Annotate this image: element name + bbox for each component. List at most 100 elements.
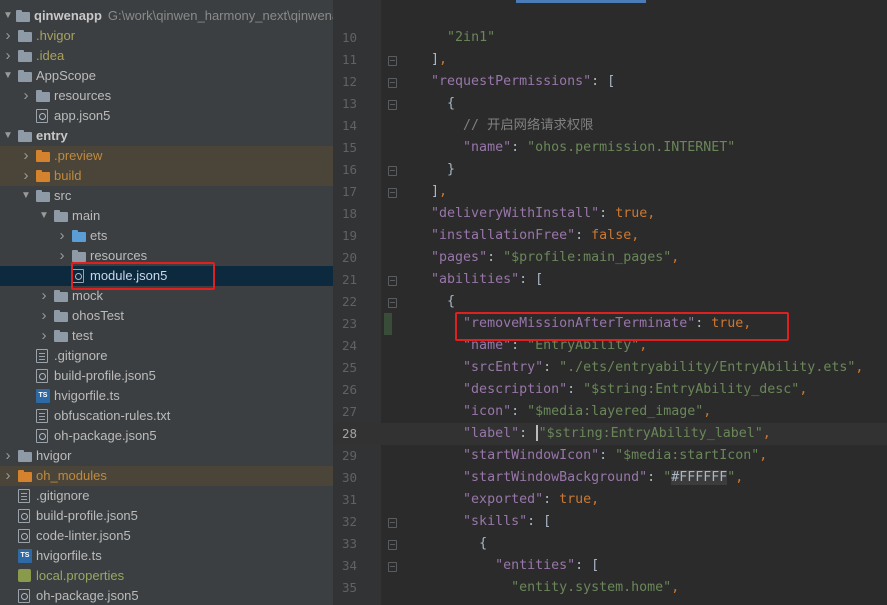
tree-item[interactable]: › oh_modules — [0, 466, 333, 486]
code-line[interactable]: 23 "removeMissionAfterTerminate": true, — [333, 313, 887, 335]
tree-item[interactable]: › resources — [0, 246, 333, 266]
code-line[interactable]: 20 "pages": "$profile:main_pages", — [333, 247, 887, 269]
code-line[interactable]: 12 "requestPermissions": [ — [333, 71, 887, 93]
line-number: 19 — [341, 228, 357, 243]
fold-icon[interactable] — [388, 518, 397, 528]
tree-item[interactable]: › ets — [0, 226, 333, 246]
folder-icon — [54, 309, 68, 323]
chevron-down-icon[interactable]: ▼ — [38, 206, 50, 226]
code-line[interactable]: 10 "2in1" — [333, 27, 887, 49]
code-line[interactable]: 14 // 开启网络请求权限 — [333, 115, 887, 137]
chevron-right-icon[interactable]: › — [38, 286, 50, 306]
folder-icon — [54, 329, 68, 343]
chevron-right-icon[interactable]: › — [2, 26, 14, 46]
tree-item[interactable]: TS hvigorfile.ts — [0, 546, 333, 566]
tree-item[interactable]: oh-package.json5 — [0, 586, 333, 605]
fold-icon[interactable] — [388, 276, 397, 286]
tree-item[interactable]: › test — [0, 326, 333, 346]
chevron-right-icon[interactable]: › — [20, 146, 32, 166]
tree-item[interactable]: › hvigor — [0, 446, 333, 466]
code-line[interactable]: 16 } — [333, 159, 887, 181]
tree-item[interactable]: ▼ entry — [0, 126, 333, 146]
json-file-icon — [18, 529, 30, 543]
chevron-down-icon[interactable]: ▼ — [2, 126, 14, 146]
tree-item[interactable]: › build — [0, 166, 333, 186]
tree-item[interactable]: ▼ AppScope — [0, 66, 333, 86]
fold-icon[interactable] — [388, 166, 397, 176]
chevron-right-icon[interactable]: › — [38, 306, 50, 326]
json-file-icon — [36, 109, 48, 123]
code-line[interactable]: 11 ], — [333, 49, 887, 71]
tree-item[interactable]: module.json5 — [0, 266, 333, 286]
tree-item[interactable]: › .preview — [0, 146, 333, 166]
code-line[interactable]: 22 { — [333, 291, 887, 313]
chevron-right-icon[interactable]: › — [38, 326, 50, 346]
code-line[interactable]: 28 "label": "$string:EntryAbility_label"… — [333, 423, 887, 445]
folder-icon — [72, 249, 86, 263]
tree-item[interactable]: oh-package.json5 — [0, 426, 333, 446]
line-number: 10 — [341, 30, 357, 45]
tree-item[interactable]: ▼ src — [0, 186, 333, 206]
code-line[interactable]: 15 "name": "ohos.permission.INTERNET" — [333, 137, 887, 159]
fold-icon[interactable] — [388, 78, 397, 88]
code-line[interactable]: 29 "startWindowIcon": "$media:startIcon"… — [333, 445, 887, 467]
tree-item[interactable]: obfuscation-rules.txt — [0, 406, 333, 426]
tree-item[interactable]: TS hvigorfile.ts — [0, 386, 333, 406]
tree-item[interactable]: › .idea — [0, 46, 333, 66]
code-line[interactable]: 17 ], — [333, 181, 887, 203]
tree-item[interactable]: .gitignore — [0, 346, 333, 366]
code-line[interactable]: 27 "icon": "$media:layered_image", — [333, 401, 887, 423]
fold-icon[interactable] — [388, 562, 397, 572]
tree-item[interactable]: code-linter.json5 — [0, 526, 333, 546]
code-line[interactable]: 24 "name": "EntryAbility", — [333, 335, 887, 357]
code-line[interactable]: 35 "entity.system.home", — [333, 577, 887, 599]
code-text: "abilities": [ — [431, 272, 544, 287]
tree-item[interactable]: build-profile.json5 — [0, 506, 333, 526]
text-file-icon — [36, 349, 48, 363]
chevron-down-icon[interactable]: ▼ — [2, 6, 14, 26]
chevron-right-icon[interactable]: › — [2, 46, 14, 66]
tree-item[interactable]: › mock — [0, 286, 333, 306]
typescript-file-icon: TS — [36, 389, 50, 403]
code-line[interactable]: 32 "skills": [ — [333, 511, 887, 533]
code-line[interactable]: 18 "deliveryWithInstall": true, — [333, 203, 887, 225]
code-editor[interactable]: 10 "2in1" 11 ], 12 "requestPermissions": [… — [333, 0, 887, 605]
chevron-right-icon[interactable]: › — [20, 166, 32, 186]
fold-icon[interactable] — [388, 188, 397, 198]
code-line[interactable]: 25 "srcEntry": "./ets/entryability/Entry… — [333, 357, 887, 379]
chevron-right-icon[interactable]: › — [2, 466, 14, 486]
chevron-right-icon[interactable]: › — [20, 86, 32, 106]
folder-icon — [36, 89, 50, 103]
code-line[interactable]: 19 "installationFree": false, — [333, 225, 887, 247]
chevron-right-icon[interactable]: › — [56, 226, 68, 246]
tree-item[interactable]: › resources — [0, 86, 333, 106]
fold-icon[interactable] — [388, 298, 397, 308]
code-line[interactable]: 34 "entities": [ — [333, 555, 887, 577]
project-root[interactable]: ▼ qinwenapp G:\work\qinwen_harmony_next\q… — [0, 6, 333, 26]
tree-item[interactable]: build-profile.json5 — [0, 366, 333, 386]
code-line[interactable]: 26 "description": "$string:EntryAbility_… — [333, 379, 887, 401]
code-line[interactable]: 30 "startWindowBackground": "#FFFFFF", — [333, 467, 887, 489]
json-file-icon — [36, 369, 48, 383]
tree-item-label: obfuscation-rules.txt — [54, 408, 171, 423]
code-line[interactable]: 31 "exported": true, — [333, 489, 887, 511]
tree-item[interactable]: › ohosTest — [0, 306, 333, 326]
tree-item[interactable]: local.properties — [0, 566, 333, 586]
tree-item[interactable]: ▼ main — [0, 206, 333, 226]
text-file-icon — [36, 409, 48, 423]
chevron-down-icon[interactable]: ▼ — [20, 186, 32, 206]
chevron-right-icon[interactable]: › — [2, 446, 14, 466]
tree-item-label: oh-package.json5 — [36, 588, 139, 603]
code-line[interactable]: 21 "abilities": [ — [333, 269, 887, 291]
fold-icon[interactable] — [388, 540, 397, 550]
code-text: "deliveryWithInstall": true, — [431, 206, 656, 221]
tree-item[interactable]: › .hvigor — [0, 26, 333, 46]
code-line[interactable]: 33 { — [333, 533, 887, 555]
fold-icon[interactable] — [388, 100, 397, 110]
tree-item[interactable]: app.json5 — [0, 106, 333, 126]
tree-item[interactable]: .gitignore — [0, 486, 333, 506]
code-line[interactable]: 13 { — [333, 93, 887, 115]
chevron-right-icon[interactable]: › — [56, 246, 68, 266]
chevron-down-icon[interactable]: ▼ — [2, 66, 14, 86]
fold-icon[interactable] — [388, 56, 397, 66]
